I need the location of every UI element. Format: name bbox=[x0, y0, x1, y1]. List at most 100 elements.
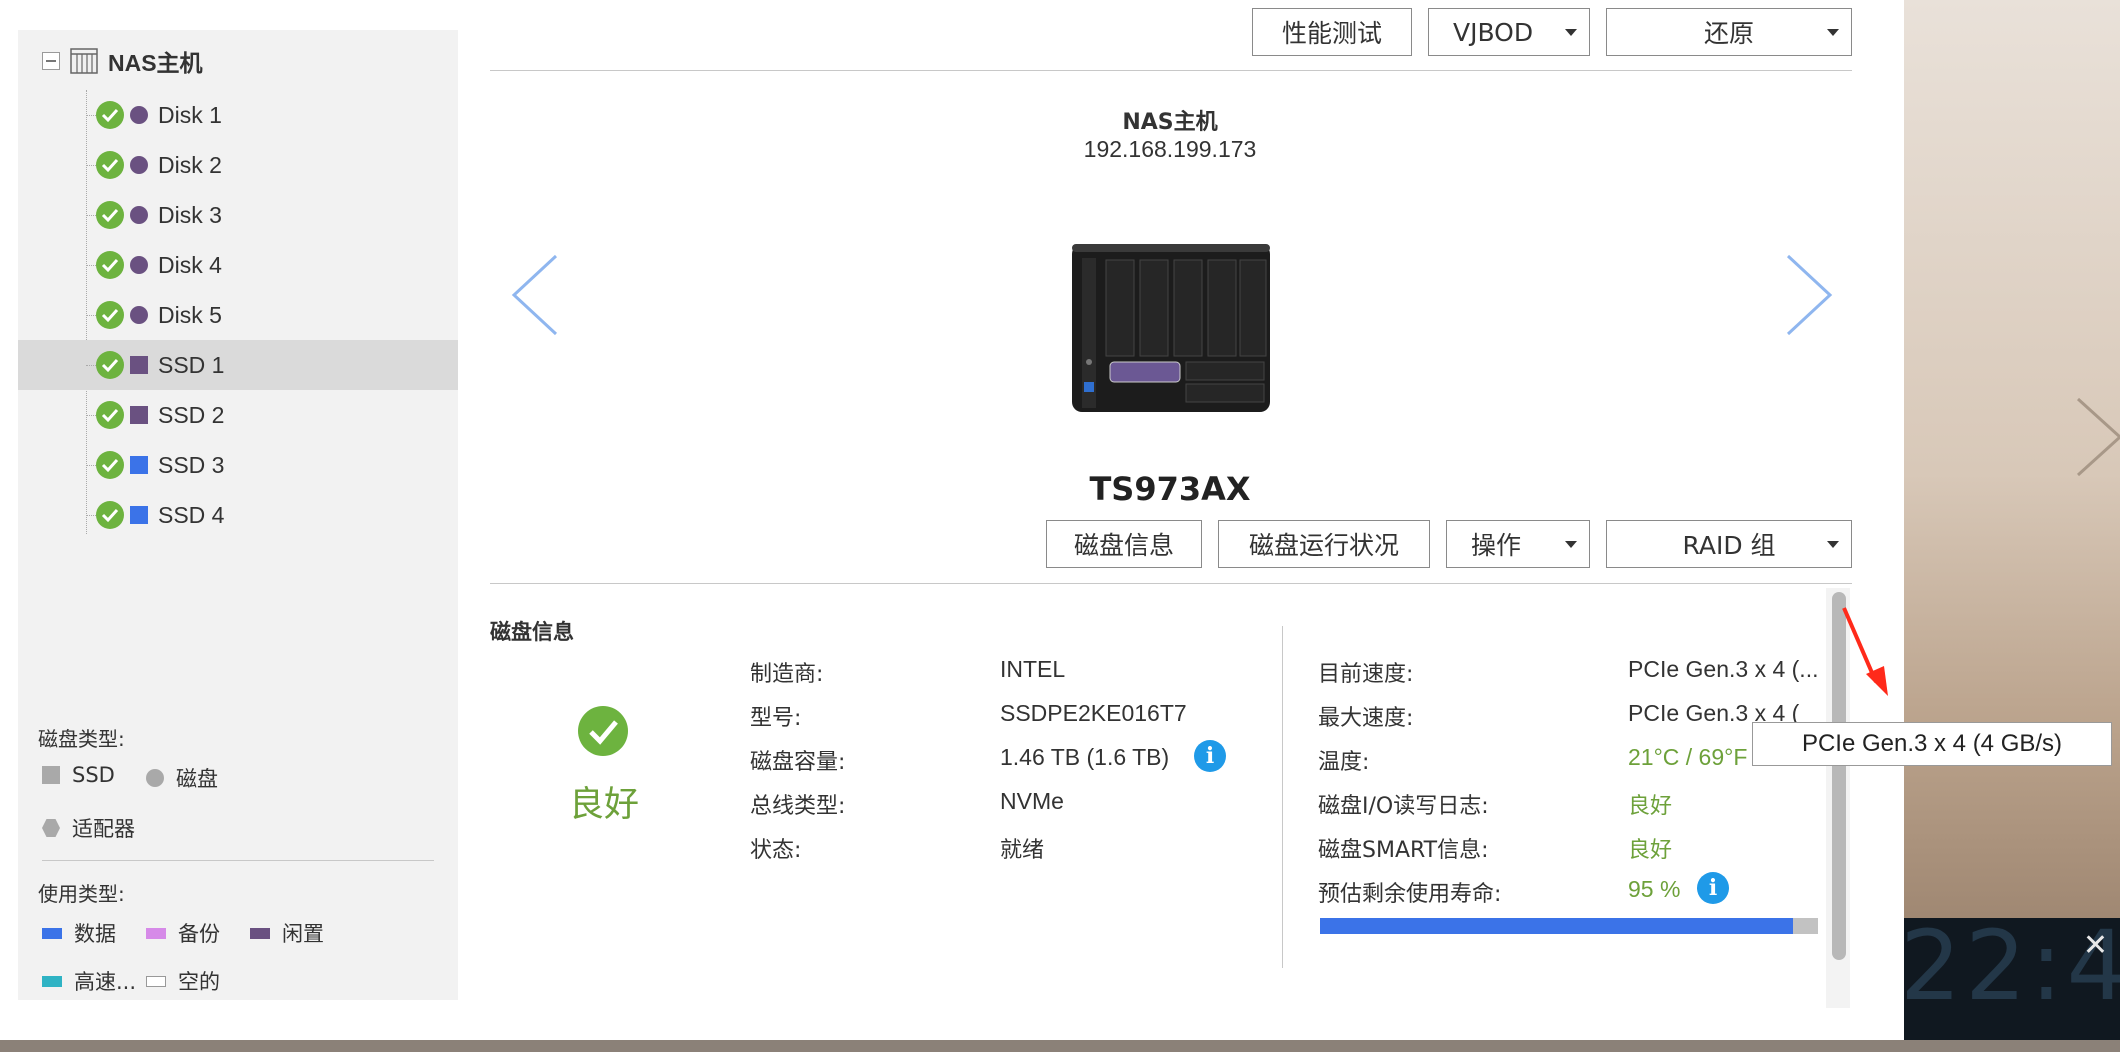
tree-collapse-icon[interactable] bbox=[42, 52, 60, 70]
capacity-label: 磁盘容量: bbox=[750, 750, 846, 775]
chevron-left-icon[interactable] bbox=[506, 252, 562, 338]
legend-idle: 闲置 bbox=[250, 918, 324, 948]
io-log-label: 磁盘I/O读写日志: bbox=[1318, 794, 1489, 819]
life-remaining-bar bbox=[1320, 918, 1818, 934]
tree-item-label: Disk 2 bbox=[158, 151, 222, 178]
legend-backup: 备份 bbox=[146, 918, 220, 948]
backup-color-icon bbox=[146, 927, 166, 939]
life-remaining-value: 95 % bbox=[1628, 876, 1681, 902]
bus-type-value: NVMe bbox=[1000, 788, 1064, 814]
tree-root-label: NAS主机 bbox=[108, 50, 203, 76]
nas-device-image bbox=[1072, 244, 1270, 412]
check-circle-icon bbox=[96, 201, 124, 229]
device-model: TS973AX bbox=[1089, 470, 1251, 508]
check-circle-icon bbox=[96, 401, 124, 429]
io-log-value[interactable]: 良好 bbox=[1628, 788, 1672, 820]
caret-down-icon bbox=[1827, 541, 1839, 548]
desktop-background bbox=[1904, 0, 2120, 1052]
legend-disk-type-title: 磁盘类型: bbox=[38, 727, 125, 751]
disk-type-icon bbox=[130, 206, 148, 224]
check-circle-icon bbox=[96, 151, 124, 179]
vjbod-dropdown[interactable]: VJBOD bbox=[1428, 8, 1590, 56]
ssd-type-icon bbox=[130, 406, 148, 424]
data-color-icon bbox=[42, 927, 62, 939]
storage-manager-window: NAS主机 Disk 1 Disk 2 Disk 3 Disk 4 Disk 5… bbox=[0, 0, 1904, 1040]
caret-down-icon bbox=[1565, 29, 1577, 36]
tree-item-disk-1[interactable]: Disk 1 bbox=[18, 90, 458, 140]
restore-label: 还原 bbox=[1703, 19, 1754, 48]
raid-group-dropdown[interactable]: RAID 组 bbox=[1606, 520, 1852, 568]
disk-type-icon bbox=[130, 306, 148, 324]
temperature-label: 温度: bbox=[1318, 750, 1370, 775]
manufacturer-label: 制造商: bbox=[750, 662, 824, 687]
tree-root-nas[interactable]: NAS主机 bbox=[42, 46, 203, 76]
capacity-value: 1.46 TB (1.6 TB) bbox=[1000, 744, 1170, 770]
bus-type-label: 总线类型: bbox=[750, 794, 846, 819]
check-circle-icon bbox=[578, 706, 628, 756]
desktop-chevron-right-icon[interactable] bbox=[2068, 395, 2120, 479]
state-label: 状态: bbox=[750, 838, 802, 863]
legend-cache-label: 高速... bbox=[74, 970, 137, 994]
current-speed-label: 目前速度: bbox=[1318, 662, 1414, 687]
tree-item-disk-5[interactable]: Disk 5 bbox=[18, 290, 458, 340]
tree-item-label: Disk 5 bbox=[158, 301, 222, 328]
legend-data-label: 数据 bbox=[74, 922, 116, 946]
disk-tree-sidebar: NAS主机 Disk 1 Disk 2 Disk 3 Disk 4 Disk 5… bbox=[18, 30, 458, 1000]
chevron-right-icon[interactable] bbox=[1782, 252, 1838, 338]
legend-divider bbox=[42, 860, 434, 861]
disk-type-icon bbox=[130, 256, 148, 274]
legend-usage-type-title: 使用类型: bbox=[38, 882, 125, 906]
raid-group-label: RAID 组 bbox=[1682, 531, 1776, 560]
disk-health-label: 磁盘运行状况 bbox=[1248, 531, 1399, 560]
tree-item-label: Disk 4 bbox=[158, 251, 222, 278]
tree-item-label: Disk 3 bbox=[158, 201, 222, 228]
tree-item-ssd-2[interactable]: SSD 2 bbox=[18, 390, 458, 440]
model-value: SSDPE2KE016T7 bbox=[1000, 700, 1187, 726]
benchmark-button[interactable]: 性能测试 bbox=[1252, 8, 1412, 56]
tree-item-ssd-4[interactable]: SSD 4 bbox=[18, 490, 458, 540]
restore-dropdown[interactable]: 还原 bbox=[1606, 8, 1852, 56]
tree-item-label: SSD 3 bbox=[158, 451, 225, 478]
benchmark-label: 性能测试 bbox=[1281, 19, 1382, 48]
tree-item-disk-4[interactable]: Disk 4 bbox=[18, 240, 458, 290]
tree-item-disk-2[interactable]: Disk 2 bbox=[18, 140, 458, 190]
top-divider bbox=[490, 70, 1852, 71]
manufacturer-value: INTEL bbox=[1000, 656, 1066, 682]
tree-item-label: SSD 4 bbox=[158, 501, 225, 528]
tree-item-ssd-1[interactable]: SSD 1 bbox=[18, 340, 458, 390]
disk-info-title: 磁盘信息 bbox=[490, 620, 574, 644]
taskbar-strip bbox=[0, 1040, 2120, 1052]
info-icon[interactable]: i bbox=[1697, 872, 1729, 904]
disk-type-icon bbox=[130, 156, 148, 174]
caret-down-icon bbox=[1827, 29, 1839, 36]
tree-item-disk-3[interactable]: Disk 3 bbox=[18, 190, 458, 240]
close-icon[interactable]: ✕ bbox=[2083, 928, 2108, 963]
life-remaining-label: 预估剩余使用寿命: bbox=[1318, 882, 1502, 907]
disk-health-button[interactable]: 磁盘运行状况 bbox=[1218, 520, 1430, 568]
check-circle-icon bbox=[96, 301, 124, 329]
tree-item-label: SSD 1 bbox=[158, 351, 225, 378]
legend-backup-label: 备份 bbox=[178, 922, 220, 946]
current-speed-value[interactable]: PCIe Gen.3 x 4 (... bbox=[1628, 656, 1818, 683]
check-circle-icon bbox=[96, 501, 124, 529]
smart-info-label: 磁盘SMART信息: bbox=[1318, 838, 1489, 863]
speed-tooltip: PCIe Gen.3 x 4 (4 GB/s) bbox=[1752, 722, 2112, 766]
info-column-divider bbox=[1282, 626, 1283, 968]
disk-info-button[interactable]: 磁盘信息 bbox=[1046, 520, 1202, 568]
legend-empty: 空的 bbox=[146, 966, 220, 996]
max-speed-label: 最大速度: bbox=[1318, 706, 1414, 731]
desktop-clock-widget: 22:44 ✕ bbox=[1900, 918, 2120, 1052]
check-circle-icon bbox=[96, 351, 124, 379]
ssd-type-icon bbox=[130, 506, 148, 524]
middle-divider bbox=[490, 583, 1852, 584]
actions-dropdown[interactable]: 操作 bbox=[1446, 520, 1590, 568]
info-icon[interactable]: i bbox=[1194, 740, 1226, 772]
check-circle-icon bbox=[96, 101, 124, 129]
smart-info-value[interactable]: 良好 bbox=[1628, 832, 1672, 864]
legend-ssd: SSD bbox=[42, 763, 115, 787]
legend-adapter-label: 适配器 bbox=[72, 817, 135, 841]
ssd-type-icon bbox=[130, 356, 148, 374]
ssd-type-icon bbox=[130, 456, 148, 474]
legend-adapter: 适配器 bbox=[42, 813, 135, 843]
tree-item-ssd-3[interactable]: SSD 3 bbox=[18, 440, 458, 490]
